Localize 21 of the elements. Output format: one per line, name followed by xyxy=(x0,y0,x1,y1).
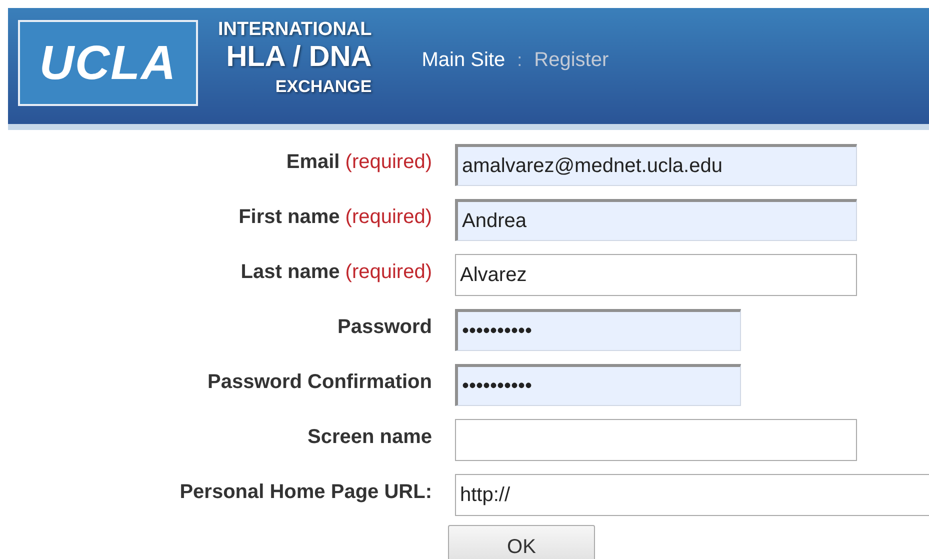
field-label: Password Confirmation xyxy=(208,370,432,395)
input-field[interactable] xyxy=(455,419,857,461)
site-title: HLA / DNA xyxy=(226,43,372,72)
field-label: Last name (required) xyxy=(240,260,432,285)
nav-link[interactable]: Main Site xyxy=(422,49,506,72)
input-field[interactable]: •••••••••• xyxy=(455,364,741,406)
separator: : xyxy=(517,50,522,71)
input-field[interactable]: Andrea xyxy=(455,199,857,241)
field-label: Personal Home Page URL: xyxy=(180,480,432,505)
ok-button[interactable]: OK xyxy=(448,525,595,559)
input-field[interactable]: amalvarez@mednet.ucla.edu xyxy=(455,144,857,186)
input-field[interactable]: •••••••••• xyxy=(455,309,741,351)
field-label: Password xyxy=(338,315,432,340)
site-title: INTERNATIONAL xyxy=(218,20,372,39)
field-label: Screen name xyxy=(307,425,432,450)
input-field[interactable]: http:// xyxy=(455,474,929,516)
field-label: Email (required) xyxy=(286,150,432,175)
input-field[interactable]: Alvarez xyxy=(455,254,857,296)
logo: UCLA xyxy=(18,20,198,106)
site-title: EXCHANGE xyxy=(275,78,372,95)
field-label: First name (required) xyxy=(238,205,432,230)
